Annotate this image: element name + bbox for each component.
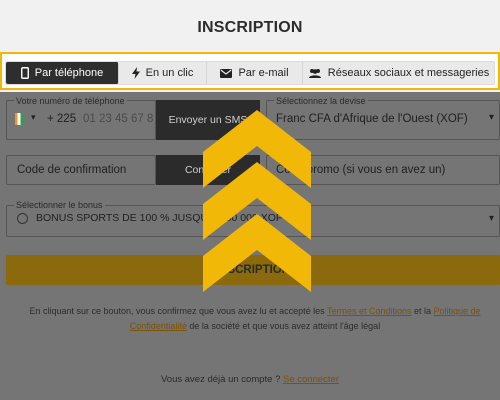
tab-label: Par e-mail xyxy=(238,67,289,79)
login-prompt: Vous avez déjà un compte ? Se connecter xyxy=(0,374,500,385)
phone-input[interactable]: 01 23 45 67 8 xyxy=(83,113,153,125)
login-link[interactable]: Se connecter xyxy=(283,374,339,385)
mobile-phone-icon xyxy=(20,67,29,79)
chevron-down-icon[interactable]: ▾ xyxy=(489,213,494,224)
chevron-up-arrows-icon xyxy=(203,110,311,292)
lightning-bolt-icon xyxy=(131,67,140,79)
tab-label: En un clic xyxy=(145,67,194,79)
envelope-icon xyxy=(220,68,233,78)
legal-prefix: En cliquant sur ce bouton, vous confirme… xyxy=(29,306,327,316)
legal-middle: et la xyxy=(411,306,434,316)
legal-suffix: de la société et que vous avez atteint l… xyxy=(186,321,381,331)
legal-notice: En cliquant sur ce bouton, vous confirme… xyxy=(20,304,490,334)
chevron-down-icon[interactable]: ▾ xyxy=(31,112,36,123)
tab-label: Réseaux sociaux et messageries xyxy=(327,67,490,79)
users-group-icon xyxy=(308,68,322,78)
ivory-coast-flag-icon[interactable] xyxy=(15,113,23,125)
soccer-ball-icon xyxy=(17,213,28,224)
terms-link[interactable]: Termes et Conditions xyxy=(327,306,412,316)
login-text: Vous avez déjà un compte ? xyxy=(161,374,283,385)
tab-social-networks[interactable]: Réseaux sociaux et messageries xyxy=(303,62,494,84)
phone-field-label: Votre numéro de téléphone xyxy=(14,96,127,106)
phone-prefix: + 225 xyxy=(47,113,77,125)
bonus-label: Sélectionner le bonus xyxy=(14,200,105,210)
tab-by-phone[interactable]: Par téléphone xyxy=(6,62,119,84)
currency-label: Sélectionnez la devise xyxy=(274,96,368,106)
tab-label: Par téléphone xyxy=(34,67,104,79)
registration-method-tabs: Par téléphone En un clic Par e-mail Rése… xyxy=(0,52,500,90)
tab-one-click[interactable]: En un clic xyxy=(119,62,207,84)
tabs-bar: Par téléphone En un clic Par e-mail Rése… xyxy=(5,61,495,85)
page-title: INSCRIPTION xyxy=(197,19,303,36)
confirmation-code-input[interactable]: Code de confirmation xyxy=(17,164,126,176)
chevron-down-icon[interactable]: ▾ xyxy=(489,112,494,123)
tab-by-email[interactable]: Par e-mail xyxy=(207,62,303,84)
